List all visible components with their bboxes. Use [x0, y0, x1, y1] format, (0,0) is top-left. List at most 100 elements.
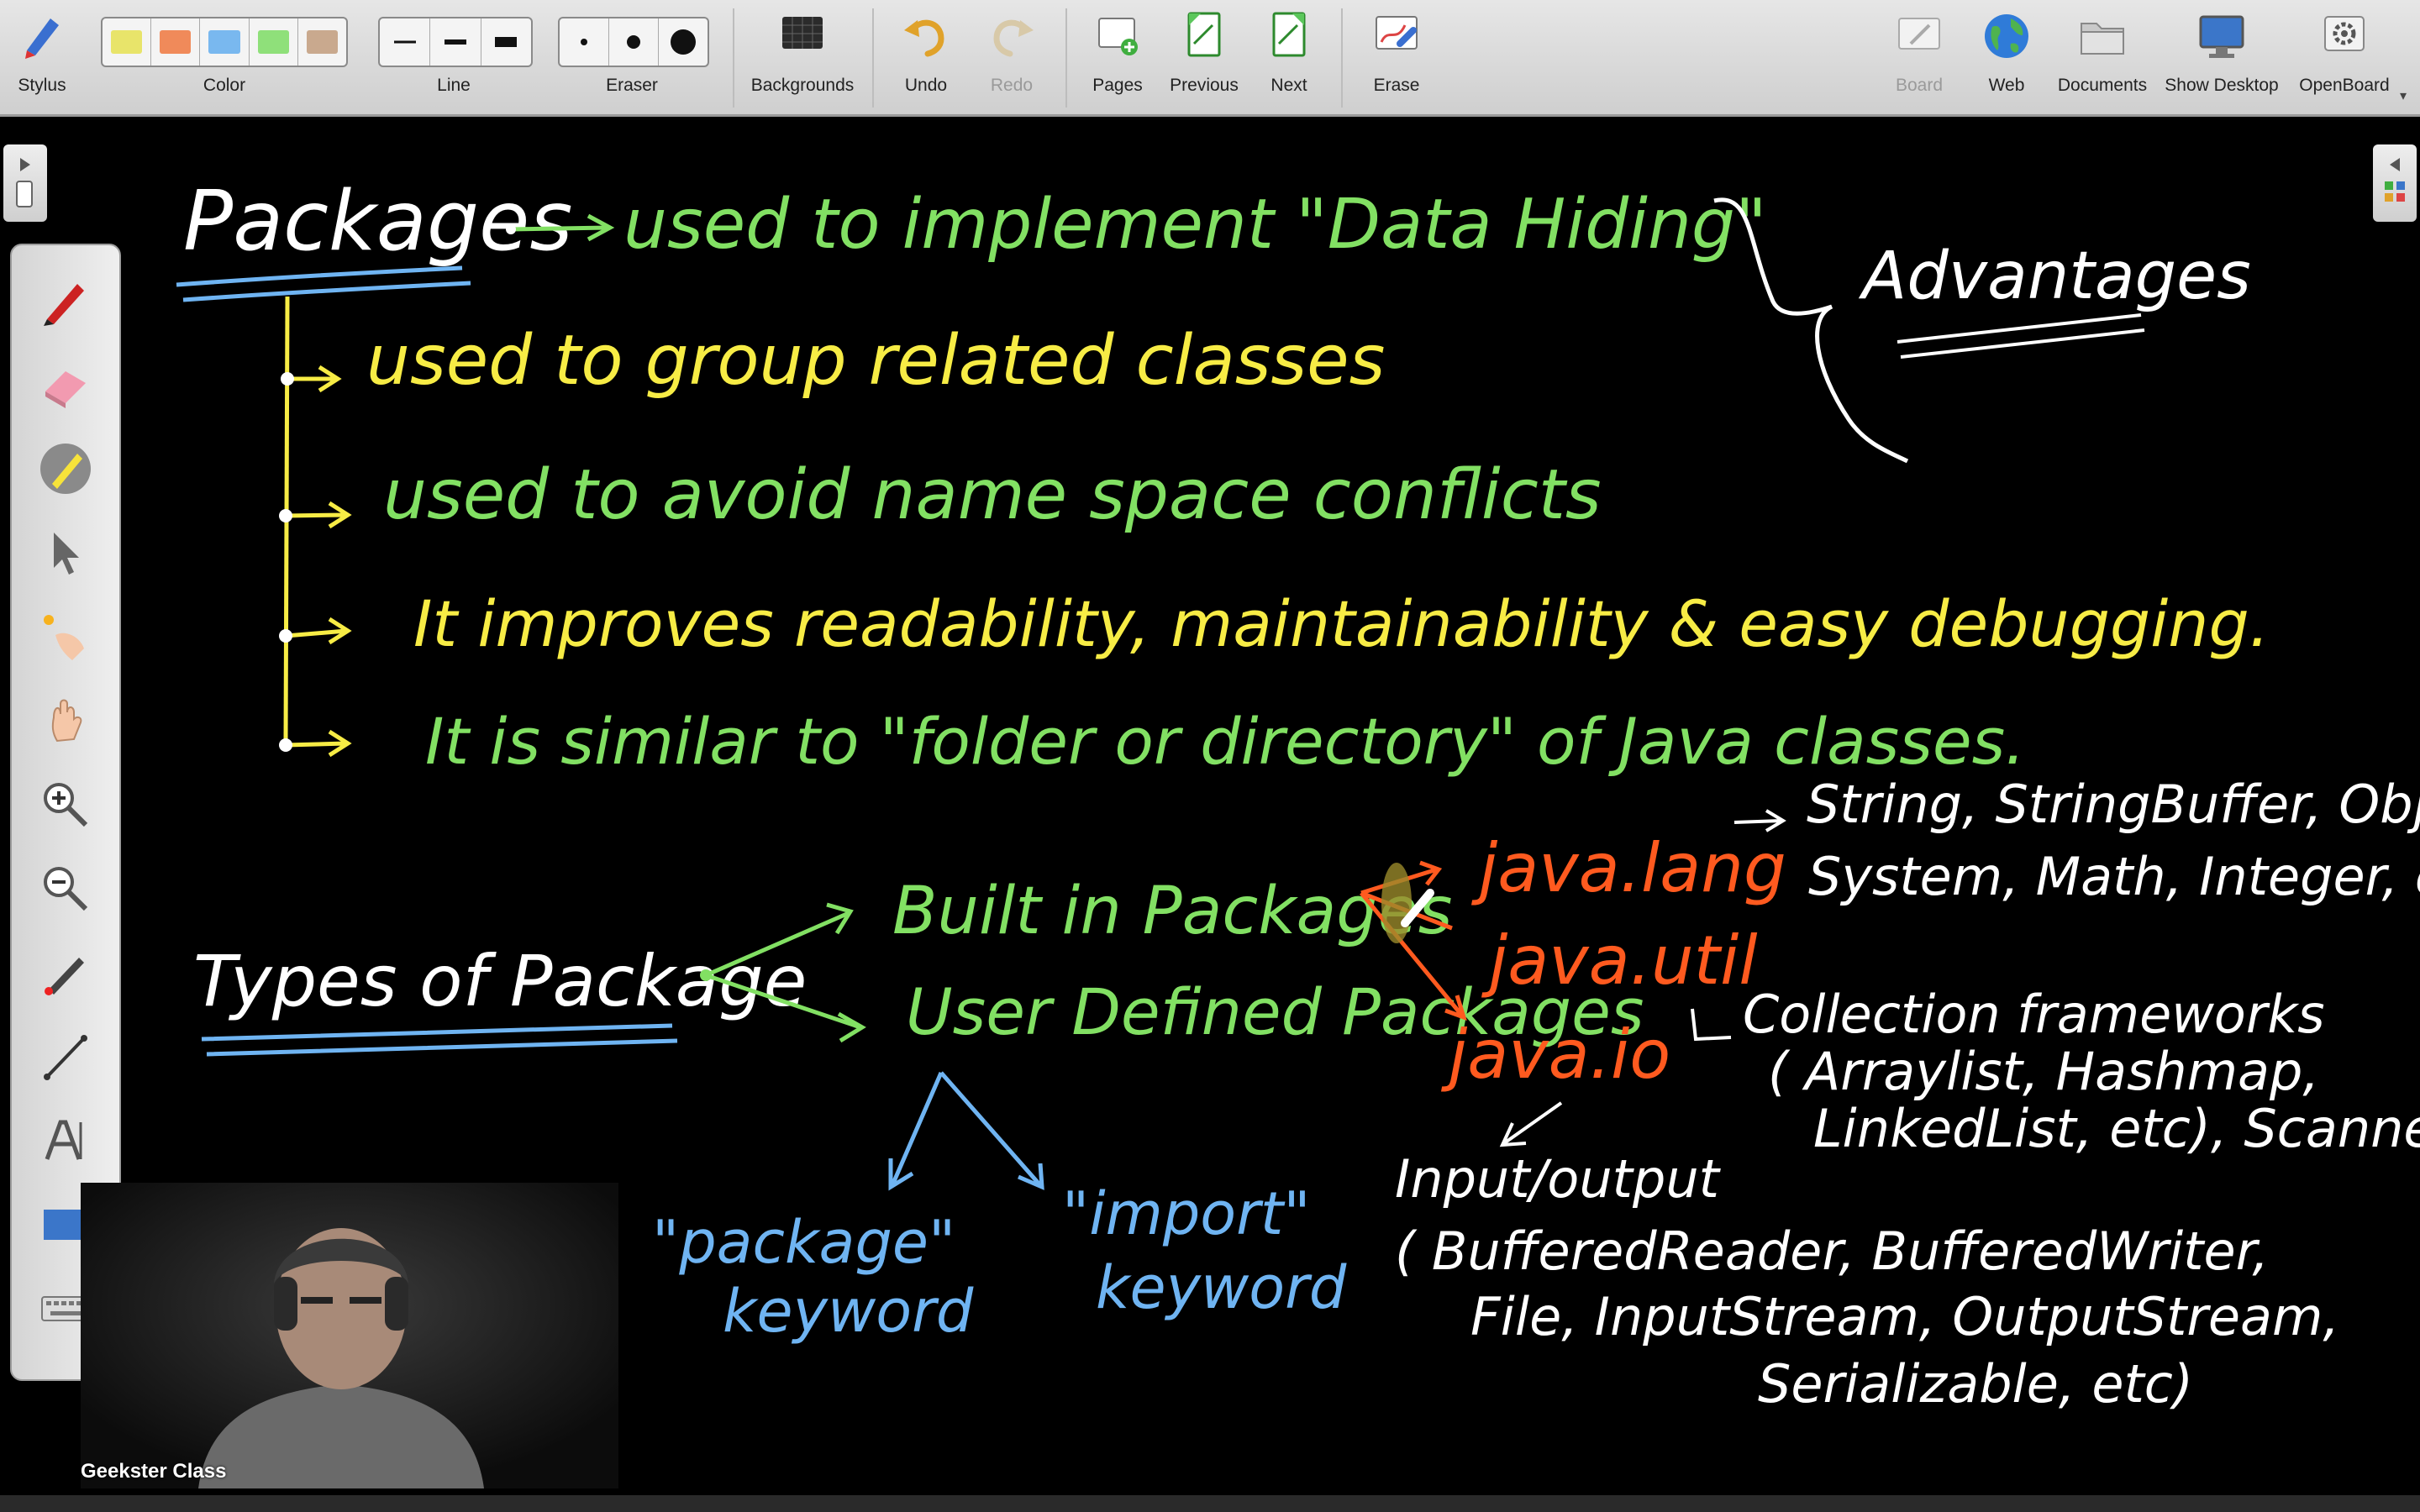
marker-tool[interactable]: [12, 430, 119, 507]
pages-button[interactable]: Pages: [1077, 0, 1158, 114]
package-keyword-2: keyword: [723, 1277, 974, 1346]
text-icon: [45, 1120, 82, 1160]
io-desc-3: File, InputStream, OutputStream,: [1470, 1286, 2339, 1347]
eraser-small[interactable]: [560, 18, 609, 66]
eraser-large[interactable]: [659, 18, 708, 66]
previous-page-button[interactable]: Previous: [1160, 0, 1249, 114]
board-label: Board: [1895, 76, 1944, 95]
backgrounds-button[interactable]: Backgrounds: [743, 0, 862, 114]
redo-label: Redo: [990, 76, 1034, 95]
import-keyword-2: keyword: [1096, 1253, 1347, 1322]
laser-pen-tool[interactable]: [12, 934, 119, 1011]
monitor-icon: [2199, 15, 2244, 58]
documents-label: Documents: [2057, 76, 2148, 95]
types-underline: [201, 1023, 678, 1057]
arrow-java-io: [1499, 1101, 1563, 1147]
show-desktop-button[interactable]: Show Desktop: [2156, 0, 2287, 114]
board-button[interactable]: Board: [1879, 0, 1960, 114]
toolbar-divider: [1065, 8, 1067, 108]
line-thin[interactable]: [380, 18, 431, 66]
undo-icon: [904, 19, 944, 57]
arrow-data-hiding: [508, 225, 609, 232]
java-util-desc-1: Collection frameworks: [1743, 984, 2325, 1045]
point-4: It is similar to "folder or directory" o…: [425, 704, 2025, 779]
line-tool[interactable]: [12, 1018, 119, 1095]
color-swatch-orange[interactable]: [151, 18, 201, 66]
color-group: Color: [94, 0, 355, 114]
gear-icon: [2324, 16, 2365, 51]
pen-icon: [44, 284, 84, 326]
participant-name: Geekster Class: [81, 1460, 227, 1483]
line-label: Line: [437, 76, 471, 95]
arrow-cursor-icon: [54, 533, 79, 575]
color-label: Color: [203, 76, 246, 95]
eraser-medium[interactable]: [609, 18, 659, 66]
backgrounds-label: Backgrounds: [750, 76, 855, 95]
color-swatch-yellow[interactable]: [103, 18, 152, 66]
eraser-tool[interactable]: [12, 346, 119, 423]
selector-tool[interactable]: [12, 514, 119, 591]
undo-label: Undo: [904, 76, 948, 95]
chevron-right-icon: [16, 158, 33, 207]
openboard-label: OpenBoard: [2299, 76, 2390, 95]
toolbar: Stylus Color Line Eraser Backgrounds Und…: [0, 0, 2420, 117]
web-label: Web: [1988, 76, 2025, 95]
point-2: used to avoid name space conflicts: [383, 455, 1602, 535]
java-util: java.util: [1481, 921, 1758, 1000]
left-palette-toggle[interactable]: [3, 144, 47, 222]
right-palette-toggle[interactable]: [2373, 144, 2417, 222]
zoom-out-tool[interactable]: [12, 850, 119, 927]
next-page-button[interactable]: Next: [1249, 0, 1329, 114]
pen-tool[interactable]: [12, 262, 119, 339]
redo-icon: [993, 19, 1034, 57]
text-tool[interactable]: [12, 1102, 119, 1179]
erase-button[interactable]: Erase: [1353, 0, 1440, 114]
documents-button[interactable]: Documents: [2050, 0, 2154, 114]
next-label: Next: [1270, 76, 1307, 95]
java-lang-classes-1: String, StringBuffer, Object,: [1807, 774, 2420, 835]
backgrounds-icon: [782, 17, 823, 49]
eraser-label: Eraser: [606, 76, 658, 95]
openboard-menu-button[interactable]: OpenBoard: [2289, 0, 2400, 114]
packages-underline: [176, 265, 471, 302]
presenter-video: [81, 1183, 618, 1488]
stylus-label: Stylus: [18, 76, 66, 95]
color-swatch-green[interactable]: [250, 18, 298, 66]
redo-button[interactable]: Redo: [970, 0, 1054, 114]
bullet-dot: [506, 224, 516, 234]
io-desc-2: ( BufferedReader, BufferedWriter,: [1395, 1221, 2269, 1282]
java-util-desc-2: ( Arraylist, Hashmap,: [1768, 1041, 2319, 1102]
hand-tool[interactable]: [12, 682, 119, 759]
data-hiding-text: used to implement "Data Hiding": [623, 185, 1767, 265]
java-lang: java.lang: [1470, 829, 1786, 907]
java-io: java.io: [1440, 1016, 1670, 1094]
erase-board-icon: [1376, 16, 1418, 50]
toolbar-divider: [1341, 8, 1343, 108]
point-1: used to group related classes: [366, 321, 1385, 401]
chevron-left-icon: [2385, 158, 2405, 202]
undo-button[interactable]: Undo: [882, 0, 970, 114]
stylus-button[interactable]: Stylus: [0, 0, 84, 114]
zoom-in-icon: [44, 783, 88, 827]
web-button[interactable]: Web: [1966, 0, 2047, 114]
line-thick[interactable]: [481, 18, 531, 66]
eraser-size-selector: [558, 17, 709, 67]
color-palette: [101, 17, 348, 67]
color-swatch-blue[interactable]: [200, 18, 250, 66]
eraser-group: Eraser: [550, 0, 714, 114]
zoom-in-tool[interactable]: [12, 766, 119, 843]
toolbar-divider: [872, 8, 874, 108]
types-title: Types of Package: [193, 940, 807, 1022]
branch-arrows: [285, 365, 352, 758]
folder-icon: [2081, 23, 2124, 55]
color-swatch-brown[interactable]: [298, 18, 346, 66]
toolbar-divider: [733, 8, 734, 108]
line-medium[interactable]: [430, 18, 481, 66]
point-3: It improves readability, maintainability…: [413, 586, 2270, 661]
laser-pointer-tool[interactable]: [12, 598, 119, 675]
laser-hand-icon: [44, 615, 84, 660]
java-lang-classes-2: System, Math, Integer, etc: [1808, 846, 2420, 907]
util-corner-arrow: [1691, 1008, 1732, 1042]
java-util-desc-3: LinkedList, etc), Scanner: [1813, 1098, 2420, 1159]
chevron-down-icon[interactable]: ▾: [2400, 87, 2407, 104]
